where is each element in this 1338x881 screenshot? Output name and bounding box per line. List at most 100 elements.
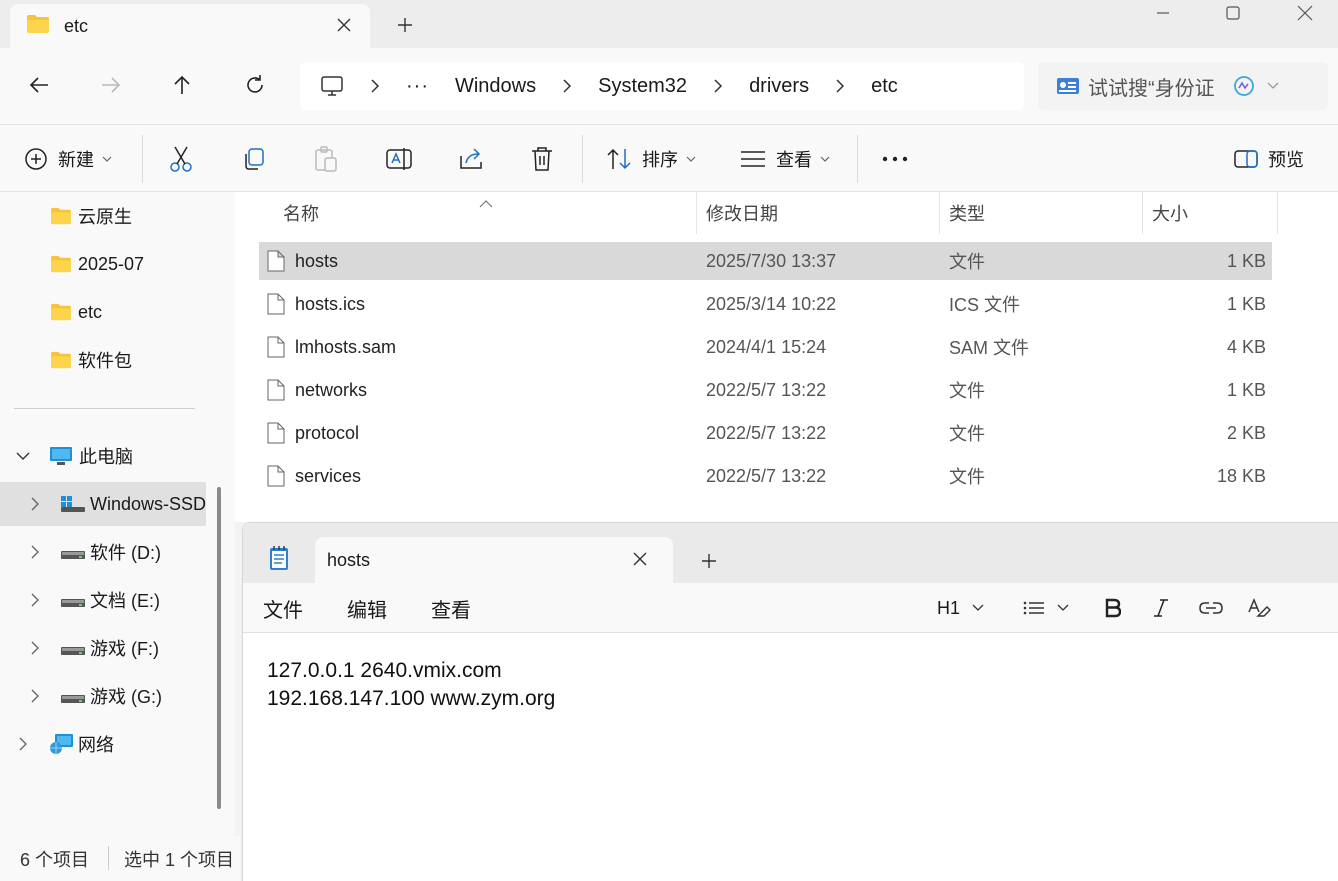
file-row[interactable]: services 2022/5/7 13:22 文件 18 KB [259, 457, 1272, 495]
nav-item-2025-07[interactable]: 2025-07 [0, 242, 206, 286]
status-bar: 6 个项目 选中 1 个项目 [0, 836, 240, 881]
chevron-right-icon[interactable] [562, 79, 572, 93]
paste-button[interactable] [313, 125, 339, 193]
cut-button[interactable] [168, 125, 194, 193]
chevron-right-icon[interactable] [370, 79, 380, 93]
file-row[interactable]: networks 2022/5/7 13:22 文件 1 KB [259, 371, 1272, 409]
sort-button[interactable]: 排序 [606, 125, 696, 193]
folder-icon [26, 14, 50, 39]
up-button[interactable] [165, 68, 199, 102]
file-size: 1 KB [1226, 293, 1266, 314]
chevron-right-icon[interactable] [30, 641, 40, 655]
column-header-modified[interactable]: 修改日期 [706, 192, 778, 234]
file-row[interactable]: protocol 2022/5/7 13:22 文件 2 KB [259, 414, 1272, 452]
refresh-button[interactable] [238, 68, 272, 102]
breadcrumb-etc[interactable]: etc [871, 75, 898, 98]
link-button[interactable] [1199, 583, 1223, 633]
chevron-right-icon[interactable] [18, 737, 28, 751]
menu-file[interactable]: 文件 [263, 583, 303, 633]
search-box[interactable]: 试试搜“身份证 [1038, 62, 1328, 110]
clear-formatting-button[interactable] [1247, 583, 1271, 633]
nav-item-this-pc[interactable]: 此电脑 [0, 434, 206, 478]
chevron-right-icon[interactable] [30, 593, 40, 607]
search-placeholder: 试试搜“身份证 [1088, 77, 1215, 100]
file-icon [267, 371, 285, 409]
file-row[interactable]: hosts 2025/7/30 13:37 文件 1 KB [259, 242, 1272, 280]
nav-item-windows-ssd[interactable]: Windows-SSD [0, 482, 206, 526]
file-icon [267, 285, 285, 323]
chevron-right-icon[interactable] [713, 79, 723, 93]
heading-dropdown[interactable]: H1 [937, 583, 984, 633]
chevron-right-icon[interactable] [30, 497, 40, 511]
preview-pane-button[interactable]: 预览 [1234, 125, 1304, 193]
chevron-right-icon[interactable] [30, 689, 40, 703]
column-header-size[interactable]: 大小 [1152, 192, 1188, 234]
view-button[interactable]: 查看 [740, 125, 830, 193]
notepad-menu-bar: 文件 编辑 查看 H1 [243, 583, 1338, 633]
close-tab-icon[interactable] [633, 552, 647, 566]
close-tab-icon[interactable] [334, 15, 354, 35]
bold-icon [1105, 598, 1121, 618]
nav-item-drive-f[interactable]: 游戏 (F:) [0, 626, 206, 670]
nav-item-etc[interactable]: etc [0, 290, 206, 334]
bold-button[interactable] [1105, 583, 1121, 633]
notepad-tab-hosts[interactable]: hosts [315, 537, 673, 583]
delete-button[interactable] [529, 125, 555, 193]
ai-search-icon[interactable] [1233, 75, 1255, 97]
file-row[interactable]: hosts.ics 2025/3/14 10:22 ICS 文件 1 KB [259, 285, 1272, 323]
nav-item-network[interactable]: 网络 [0, 722, 206, 766]
address-bar[interactable]: ··· Windows System32 drivers etc [300, 62, 1024, 110]
menu-edit[interactable]: 编辑 [347, 583, 387, 633]
sort-button-label: 排序 [642, 150, 678, 170]
explorer-tab-etc[interactable]: etc [10, 4, 370, 48]
maximize-button[interactable] [1210, 0, 1256, 26]
nav-scrollbar[interactable] [217, 487, 221, 809]
new-button[interactable]: 新建 [24, 125, 112, 193]
drive-icon [60, 639, 86, 657]
nav-item-drive-g[interactable]: 游戏 (G:) [0, 674, 206, 718]
column-header-name[interactable]: 名称 [283, 192, 319, 234]
minimize-button[interactable] [1140, 0, 1186, 26]
menu-view[interactable]: 查看 [431, 583, 471, 633]
file-modified: 2022/5/7 13:22 [706, 379, 827, 400]
share-button[interactable] [457, 125, 485, 193]
rename-button[interactable] [385, 125, 413, 193]
network-icon [48, 732, 74, 756]
trash-icon [529, 145, 555, 173]
notepad-editor[interactable]: 127.0.0.1 2640.vmix.com 192.168.147.100 w… [267, 657, 555, 713]
file-row[interactable]: lmhosts.sam 2024/4/1 15:24 SAM 文件 4 KB [259, 328, 1272, 366]
new-tab-button[interactable] [701, 553, 717, 569]
breadcrumb-overflow[interactable]: ··· [406, 75, 429, 98]
close-window-button[interactable] [1282, 0, 1328, 26]
breadcrumb-system32[interactable]: System32 [598, 75, 687, 98]
notepad-app-icon [269, 545, 289, 571]
back-button[interactable] [22, 68, 56, 102]
chevron-down-icon[interactable] [16, 451, 30, 461]
file-name: hosts [295, 250, 339, 271]
folder-icon [50, 351, 72, 369]
more-options-button[interactable] [882, 125, 908, 193]
notepad-window: hosts 文件 编辑 查看 H1 127.0.0.1 2640.vmix.co… [242, 522, 1338, 881]
nav-item-software-pkg[interactable]: 软件包 [0, 338, 206, 382]
folder-icon [50, 207, 72, 225]
list-dropdown[interactable] [1023, 583, 1069, 633]
file-size: 4 KB [1226, 336, 1266, 357]
chevron-right-icon[interactable] [30, 545, 40, 559]
new-tab-button[interactable] [392, 12, 418, 38]
chevron-right-icon[interactable] [835, 79, 845, 93]
clipboard-icon [313, 145, 339, 173]
nav-item-drive-d[interactable]: 软件 (D:) [0, 530, 206, 574]
breadcrumb-windows[interactable]: Windows [455, 75, 536, 98]
copy-button[interactable] [241, 125, 267, 193]
nav-item-yunyuansheng[interactable]: 云原生 [0, 194, 206, 238]
file-size: 1 KB [1226, 250, 1266, 271]
chevron-down-icon[interactable] [1267, 82, 1279, 90]
nav-item-drive-e[interactable]: 文档 (E:) [0, 578, 206, 622]
breadcrumb-drivers[interactable]: drivers [749, 75, 809, 98]
nav-item-label: 游戏 (G:) [90, 687, 162, 707]
divider [142, 135, 143, 183]
forward-button[interactable] [94, 68, 128, 102]
italic-button[interactable] [1153, 583, 1169, 633]
file-size: 2 KB [1226, 422, 1266, 443]
column-header-type[interactable]: 类型 [949, 192, 985, 234]
